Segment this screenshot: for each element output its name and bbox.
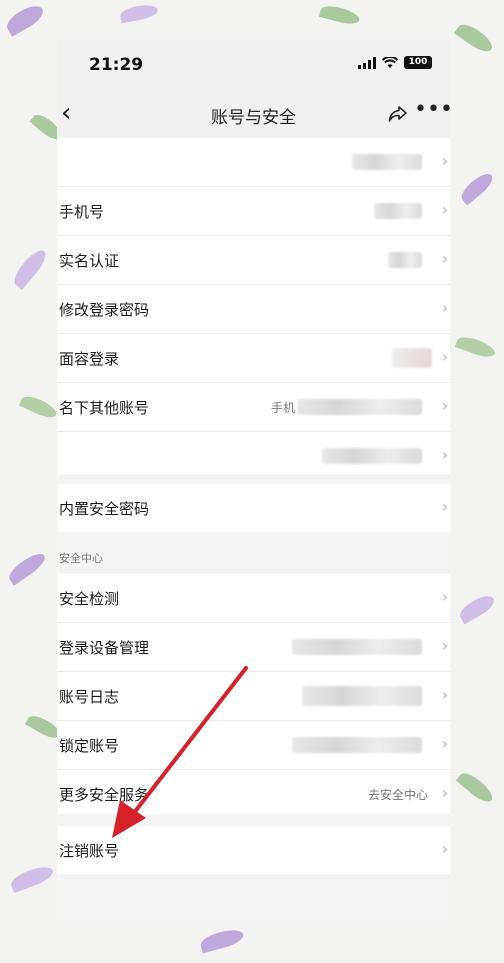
chevron-right-icon: › (441, 685, 448, 704)
list-item-real-name-verification[interactable]: 实名认证 › (57, 236, 450, 285)
list-item-label: 安全检测 (59, 590, 120, 608)
security-center-section: 安全检测 › 登录设备管理 › 账号日志 › 锁定账号 › 更多安全服务 去安全… (57, 574, 450, 818)
list-item[interactable]: › (57, 432, 450, 480)
list-item-account-log[interactable]: 账号日志 › (57, 672, 450, 721)
redacted-value (374, 203, 422, 219)
chevron-right-icon: › (441, 734, 448, 753)
chevron-right-icon: › (441, 587, 448, 606)
list-item-label: 实名认证 (59, 252, 120, 270)
security-center-header-area: 安全中心 (57, 532, 450, 574)
chevron-right-icon: › (441, 200, 448, 219)
list-item-label: 锁定账号 (59, 737, 120, 755)
chevron-right-icon: › (441, 151, 448, 170)
status-time: 21:29 (89, 55, 144, 75)
chevron-right-icon: › (441, 636, 448, 655)
list-item-label: 登录设备管理 (59, 639, 150, 657)
redacted-value (388, 252, 422, 268)
section-divider (57, 474, 450, 484)
bottom-spacer (57, 874, 450, 922)
list-item-label: 账号日志 (59, 688, 120, 706)
redacted-value (322, 448, 422, 464)
status-icons: 100 (358, 56, 432, 69)
go-to-security-center-link[interactable]: 去安全中心 (368, 786, 428, 803)
other-accounts-prefix: 手机 (270, 401, 295, 415)
list-item-change-password[interactable]: 修改登录密码 › (57, 285, 450, 334)
list-item-label: 名下其他账号 (59, 399, 150, 417)
list-item-label: 内置安全密码 (59, 500, 150, 518)
chevron-right-icon: › (441, 347, 448, 366)
phone-screen: 21:29 100 ‹ 账号与安全 ••• › 手机号 › 实名认证 › 修改登… (57, 40, 450, 922)
redacted-value (292, 737, 422, 753)
chevron-right-icon: › (441, 497, 448, 516)
section-divider (57, 814, 450, 826)
battery-icon: 100 (404, 56, 432, 69)
redacted-value (292, 639, 422, 655)
list-item-face-login[interactable]: 面容登录 › (57, 334, 450, 383)
list-item-security-check[interactable]: 安全检测 › (57, 574, 450, 623)
security-password-section: 内置安全密码 › (57, 484, 450, 532)
cancel-account-section: 注销账号 › (57, 826, 450, 874)
security-center-header: 安全中心 (59, 552, 103, 565)
chevron-right-icon: › (441, 839, 448, 858)
redacted-value (392, 348, 432, 368)
list-item-label: 修改登录密码 (59, 301, 150, 319)
signal-icon (358, 56, 376, 69)
chevron-right-icon: › (441, 783, 448, 802)
share-icon[interactable] (386, 102, 410, 126)
list-item-device-management[interactable]: 登录设备管理 › (57, 623, 450, 672)
list-item-phone[interactable]: 手机号 › (57, 187, 450, 236)
list-item-cancel-account[interactable]: 注销账号 › (57, 826, 450, 874)
list-item-label: 手机号 (59, 203, 105, 221)
list-item-label: 面容登录 (59, 350, 120, 368)
list-item-other-accounts[interactable]: 名下其他账号 手机 › (57, 383, 450, 432)
redacted-value (297, 399, 422, 415)
list-item-label: 更多安全服务 (59, 786, 150, 804)
list-item-lock-account[interactable]: 锁定账号 › (57, 721, 450, 770)
wifi-icon (382, 56, 398, 68)
chevron-right-icon: › (441, 298, 448, 317)
account-section: › 手机号 › 实名认证 › 修改登录密码 › 面容登录 › 名下其他账号 手机… (57, 138, 450, 480)
chevron-right-icon: › (441, 396, 448, 415)
list-item-built-in-security-password[interactable]: 内置安全密码 › (57, 484, 450, 532)
list-item[interactable]: › (57, 138, 450, 187)
list-item-label: 注销账号 (59, 842, 120, 860)
status-bar: 21:29 100 (57, 40, 450, 92)
list-item-more-security-services[interactable]: 更多安全服务 去安全中心 › (57, 770, 450, 818)
chevron-right-icon: › (441, 445, 448, 464)
redacted-value (352, 154, 422, 170)
more-options-button[interactable]: ••• (414, 96, 450, 124)
chevron-right-icon: › (441, 249, 448, 268)
navigation-bar: ‹ 账号与安全 ••• (57, 92, 450, 138)
redacted-value (302, 686, 422, 706)
